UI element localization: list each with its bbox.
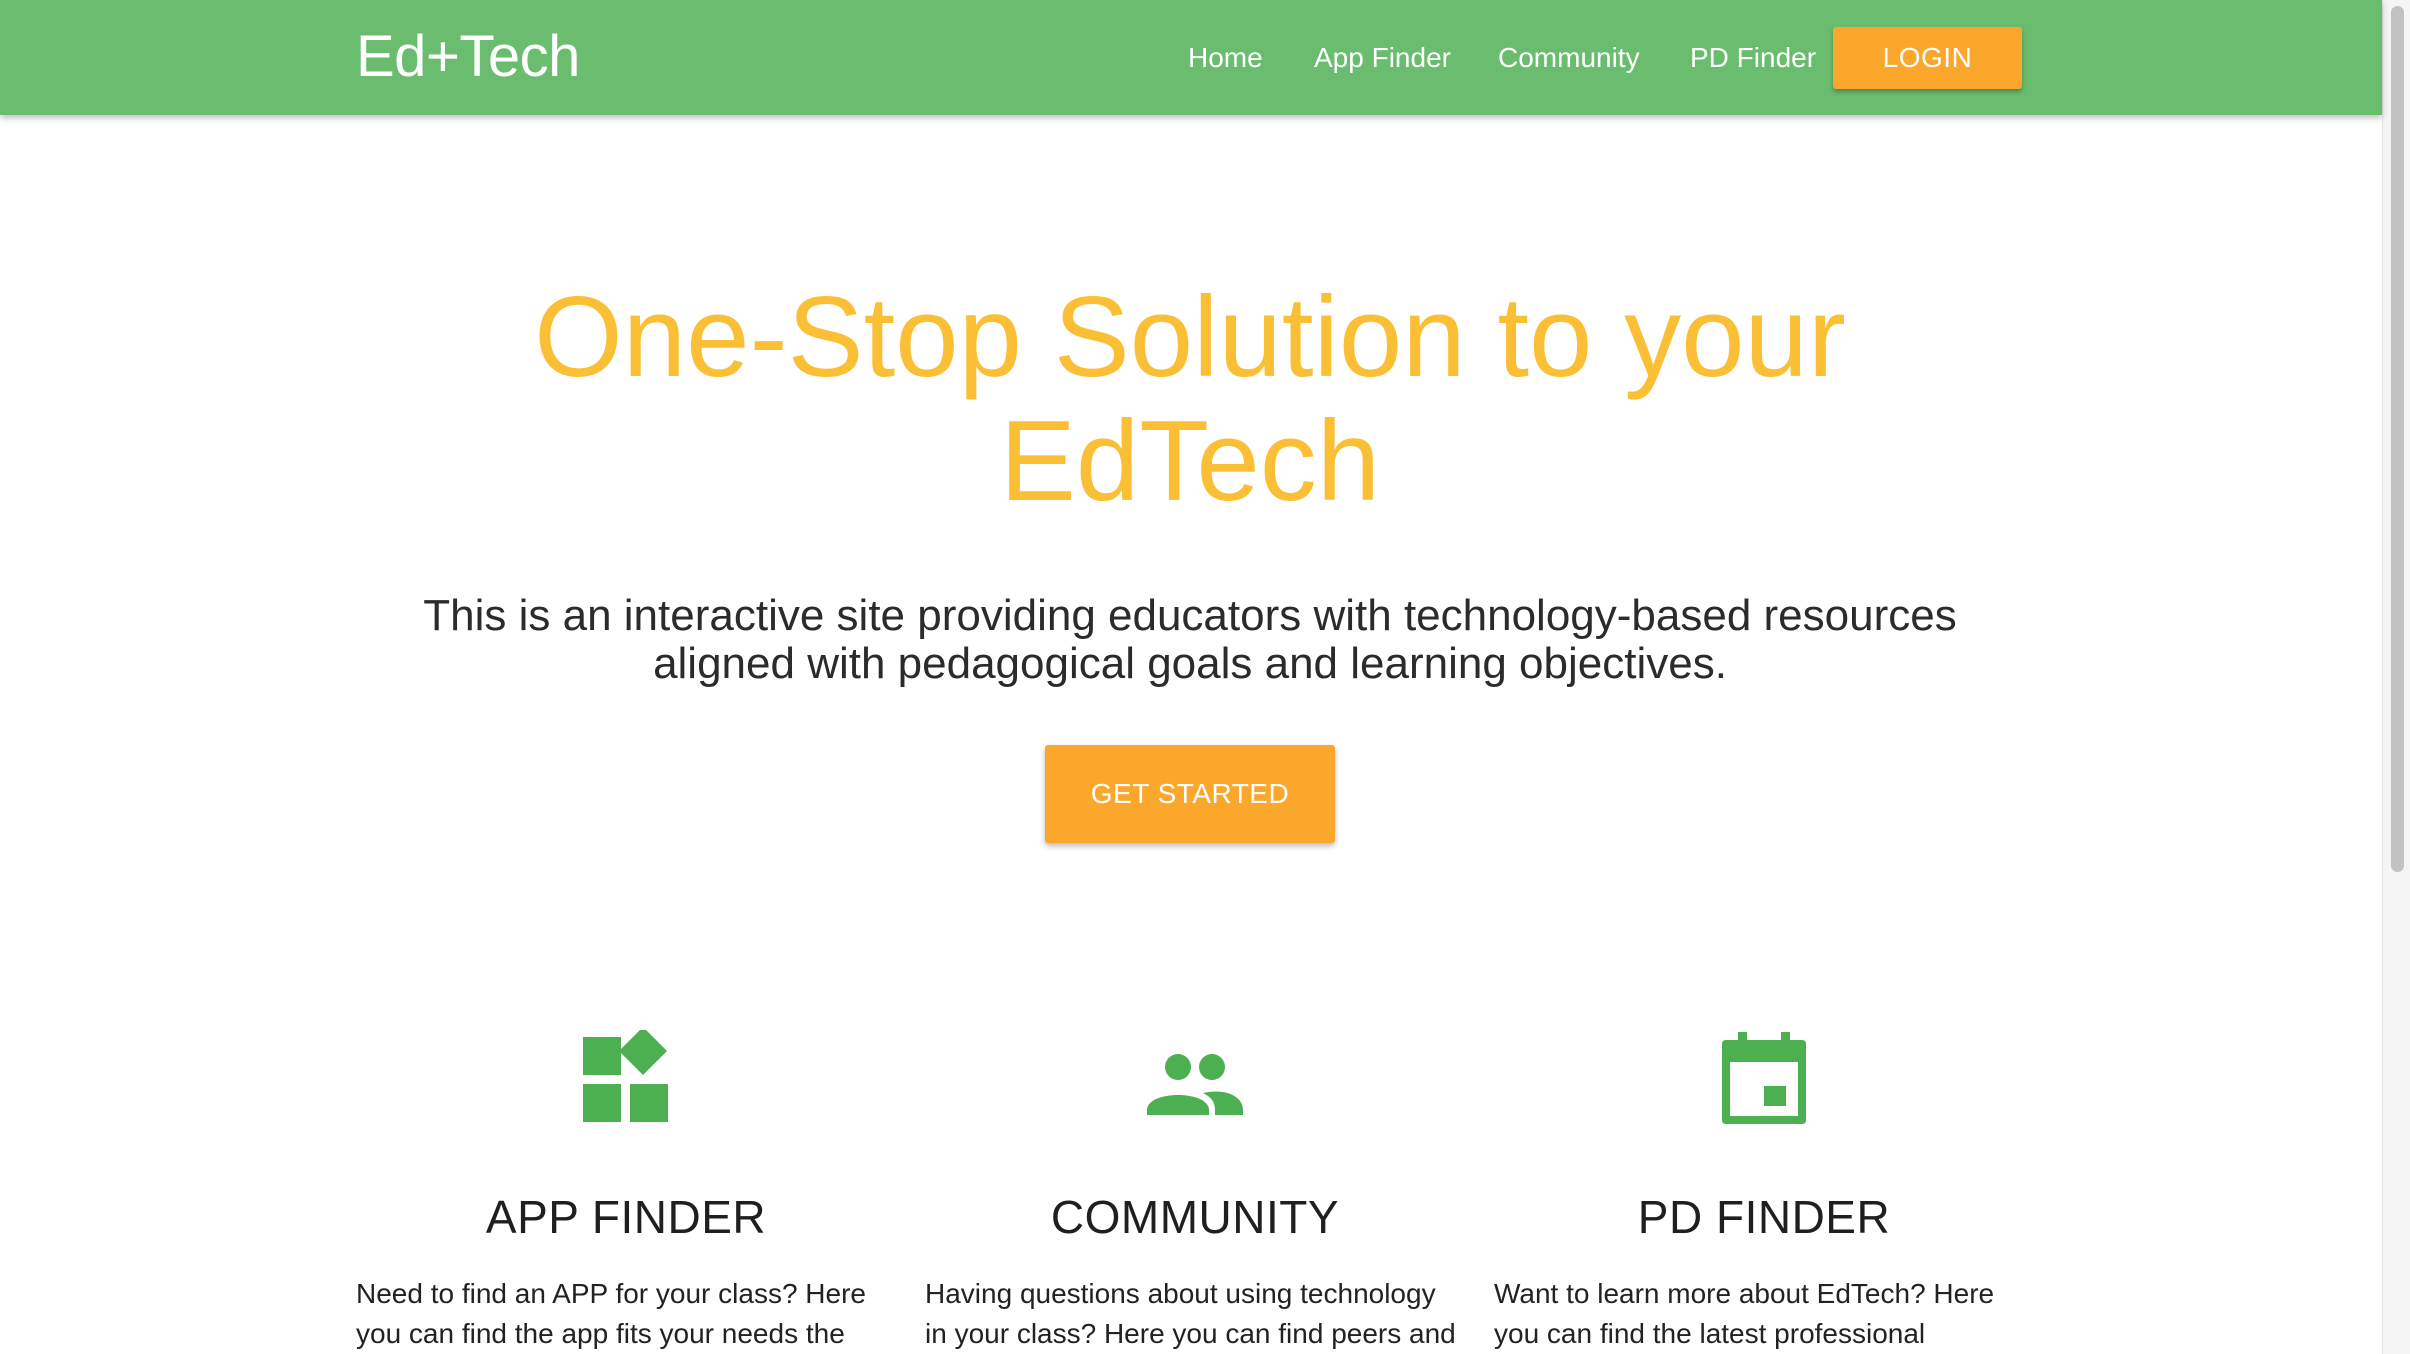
hero-title: One-Stop Solution to your EdTech	[534, 274, 1846, 525]
nav-link-app-finder[interactable]: App Finder	[1314, 38, 1451, 78]
hero-subtitle: This is an interactive site providing ed…	[423, 591, 1957, 688]
login-button[interactable]: LOGIN	[1833, 27, 2022, 89]
nav-link-pd-finder[interactable]: PD Finder	[1690, 38, 1816, 78]
feature-description: Having questions about using technology …	[925, 1278, 1456, 1349]
top-navbar: Ed+Tech Home App Finder Community PD Fin…	[0, 0, 2382, 115]
feature-title: COMMUNITY	[1050, 1191, 1340, 1243]
feature-app-finder: APP FINDER Need to find an APP for your …	[356, 1030, 896, 1349]
feature-community: COMMUNITY Having questions about using t…	[925, 1030, 1465, 1349]
feature-description: Need to find an APP for your class? Here…	[356, 1278, 866, 1349]
people-icon	[1147, 1054, 1243, 1115]
widgets-icon	[583, 1030, 668, 1122]
nav-link-community[interactable]: Community	[1498, 38, 1640, 78]
brand-logo[interactable]: Ed+Tech	[356, 22, 580, 92]
scrollbar-thumb[interactable]	[2391, 6, 2404, 872]
page: Ed+Tech Home App Finder Community PD Fin…	[0, 0, 2410, 1354]
get-started-button[interactable]: GET STARTED	[1045, 745, 1335, 843]
calendar-icon	[1722, 1032, 1806, 1124]
feature-title: PD FINDER	[1637, 1191, 1891, 1243]
vertical-scrollbar[interactable]	[2382, 0, 2410, 1354]
feature-pd-finder: PD FINDER Want to learn more about EdTec…	[1494, 1030, 2034, 1349]
feature-title: APP FINDER	[485, 1191, 767, 1243]
feature-description: Want to learn more about EdTech? Here yo…	[1494, 1278, 1995, 1349]
nav-link-home[interactable]: Home	[1188, 38, 1263, 78]
